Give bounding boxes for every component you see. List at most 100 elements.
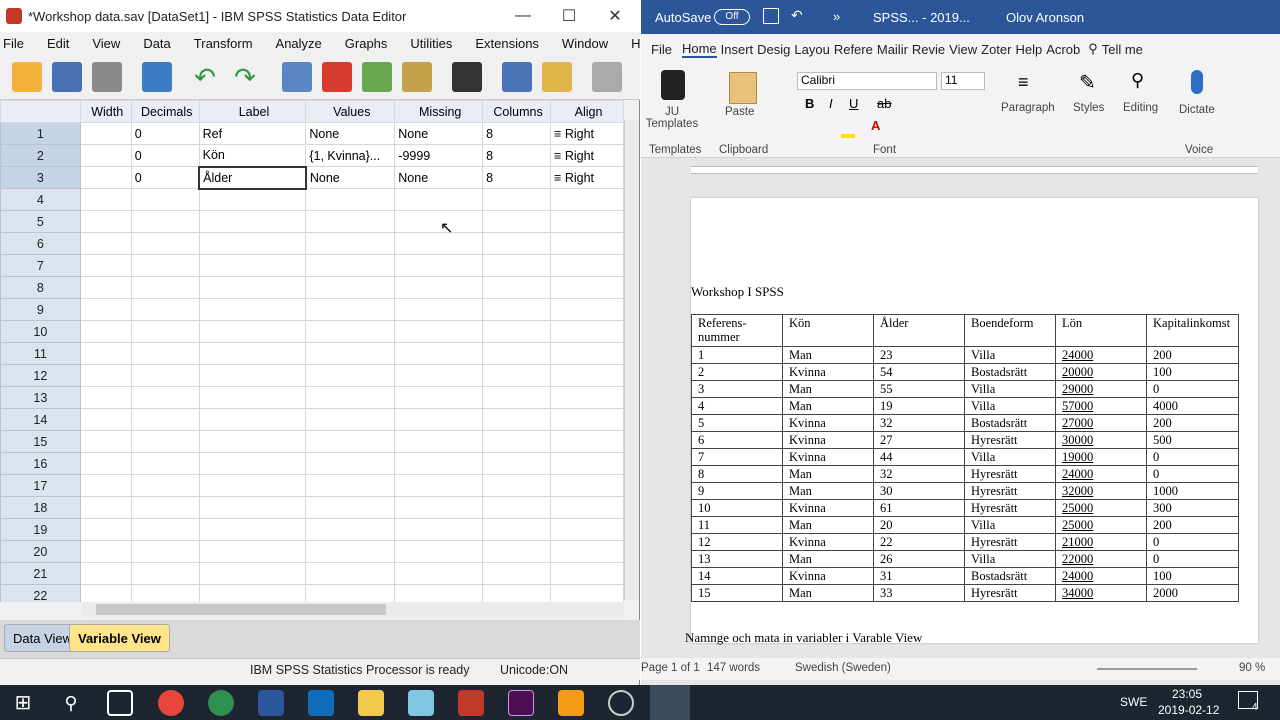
empty-cell[interactable] <box>130 232 200 255</box>
empty-cell[interactable] <box>482 452 552 475</box>
empty-cell[interactable] <box>550 342 624 365</box>
empty-cell[interactable] <box>394 320 484 343</box>
empty-cell[interactable] <box>305 496 396 519</box>
table-cell[interactable]: 4000 <box>1146 397 1239 415</box>
word-count[interactable]: 147 words <box>707 662 760 674</box>
table-cell[interactable]: 10 <box>691 499 783 517</box>
empty-cell[interactable] <box>198 276 307 299</box>
ju-templates-icon[interactable] <box>661 70 685 100</box>
empty-cell[interactable] <box>198 562 307 585</box>
empty-cell[interactable] <box>305 452 396 475</box>
empty-cell[interactable] <box>550 518 624 541</box>
table-cell[interactable]: 12 <box>691 533 783 551</box>
table-cell[interactable]: 21000 <box>1055 533 1147 551</box>
menu-edit[interactable]: Edit <box>47 36 69 51</box>
tell-me-field[interactable]: Tell me <box>1102 42 1143 57</box>
empty-cell[interactable] <box>79 298 132 321</box>
table-cell[interactable]: Hyresrätt <box>964 584 1056 602</box>
column-header-values[interactable]: Values <box>305 100 396 123</box>
cell-values[interactable]: {1, Kvinna}... <box>305 144 396 167</box>
empty-cell[interactable] <box>305 518 396 541</box>
empty-cell[interactable] <box>79 474 132 497</box>
empty-cell[interactable] <box>394 452 484 475</box>
vertical-scrollbar[interactable] <box>624 120 639 600</box>
empty-cell[interactable] <box>198 254 307 277</box>
row-number[interactable]: 13 <box>0 386 81 409</box>
empty-cell[interactable] <box>130 276 200 299</box>
table-cell[interactable]: Man <box>782 465 874 483</box>
file-explorer-icon[interactable] <box>358 690 384 716</box>
table-cell[interactable]: Hyresrätt <box>964 431 1056 449</box>
empty-cell[interactable] <box>130 452 200 475</box>
column-header-label[interactable]: Label <box>198 100 307 123</box>
row-number[interactable]: 18 <box>0 496 81 519</box>
empty-cell[interactable] <box>394 342 484 365</box>
zoom-level[interactable]: 90 % <box>1239 662 1265 674</box>
table-cell[interactable]: 24000 <box>1055 346 1147 364</box>
empty-cell[interactable] <box>482 562 552 585</box>
styles-button[interactable]: Styles <box>1073 102 1104 114</box>
cell-label[interactable]: Kön <box>198 144 307 167</box>
tab-home[interactable]: Home <box>681 41 717 58</box>
table-cell[interactable]: 23 <box>873 346 965 364</box>
empty-cell[interactable] <box>550 298 624 321</box>
empty-cell[interactable] <box>79 430 132 453</box>
empty-cell[interactable] <box>482 232 552 255</box>
row-number[interactable]: 19 <box>0 518 81 541</box>
table-cell[interactable]: 2 <box>691 363 783 381</box>
empty-cell[interactable] <box>79 408 132 431</box>
cell-width[interactable] <box>79 122 132 145</box>
empty-cell[interactable] <box>550 496 624 519</box>
paste-icon[interactable] <box>729 72 757 104</box>
table-cell[interactable]: 0 <box>1146 465 1239 483</box>
tab-variable-view[interactable]: Variable View <box>69 624 170 652</box>
table-cell[interactable]: Villa <box>964 448 1056 466</box>
table-cell[interactable]: 27000 <box>1055 414 1147 432</box>
empty-cell[interactable] <box>394 540 484 563</box>
table-cell[interactable]: Bostadsrätt <box>964 363 1056 381</box>
empty-cell[interactable] <box>79 232 132 255</box>
minimize-button[interactable]: — <box>500 0 546 32</box>
strikethrough-button[interactable]: ab <box>877 96 891 111</box>
empty-cell[interactable] <box>550 540 624 563</box>
column-header-columns[interactable]: Columns <box>482 100 552 123</box>
table-cell[interactable]: 24000 <box>1055 567 1147 585</box>
empty-cell[interactable] <box>79 276 132 299</box>
header-cell[interactable]: Kapitalinkomst <box>1146 314 1239 347</box>
empty-cell[interactable] <box>305 408 396 431</box>
empty-cell[interactable] <box>130 254 200 277</box>
row-number[interactable]: 8 <box>0 276 81 299</box>
close-button[interactable]: ✕ <box>592 0 638 32</box>
empty-cell[interactable] <box>482 540 552 563</box>
table-cell[interactable]: 61 <box>873 499 965 517</box>
tab-references[interactable]: Refere <box>834 42 873 57</box>
cell-width[interactable] <box>79 166 132 189</box>
table-cell[interactable]: 19 <box>873 397 965 415</box>
table-cell[interactable]: 0 <box>1146 448 1239 466</box>
empty-cell[interactable] <box>482 386 552 409</box>
empty-cell[interactable] <box>130 188 200 211</box>
empty-cell[interactable] <box>305 298 396 321</box>
table-cell[interactable]: 4 <box>691 397 783 415</box>
header-cell[interactable]: Ålder <box>873 314 965 347</box>
table-cell[interactable]: Hyresrätt <box>964 482 1056 500</box>
tab-view[interactable]: View <box>949 42 977 57</box>
table-cell[interactable]: 33 <box>873 584 965 602</box>
run-descriptives-icon[interactable] <box>402 62 432 92</box>
row-number[interactable]: 3 <box>0 166 81 189</box>
empty-cell[interactable] <box>79 188 132 211</box>
empty-cell[interactable] <box>198 408 307 431</box>
table-cell[interactable]: 300 <box>1146 499 1239 517</box>
table-cell[interactable]: 8 <box>691 465 783 483</box>
empty-cell[interactable] <box>305 276 396 299</box>
row-number[interactable]: 7 <box>0 254 81 277</box>
empty-cell[interactable] <box>550 276 624 299</box>
cell-missing[interactable]: None <box>394 122 484 145</box>
empty-cell[interactable] <box>198 540 307 563</box>
find-binoculars-icon[interactable] <box>452 62 482 92</box>
empty-cell[interactable] <box>79 540 132 563</box>
table-cell[interactable]: 9 <box>691 482 783 500</box>
document-title[interactable]: SPSS... - 2019... <box>873 10 970 25</box>
empty-cell[interactable] <box>394 298 484 321</box>
table-cell[interactable]: 32 <box>873 414 965 432</box>
